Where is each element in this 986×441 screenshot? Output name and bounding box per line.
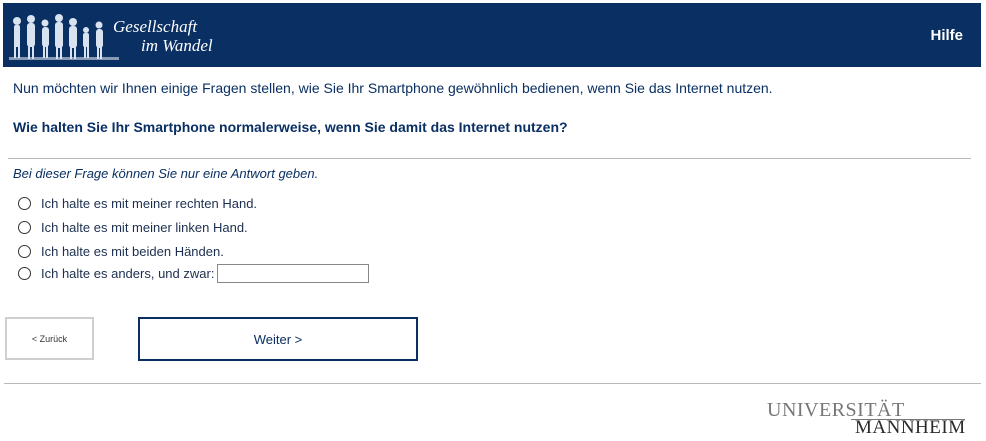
- option-other[interactable]: Ich halte es anders, und zwar:: [18, 264, 370, 283]
- option-label: Ich halte es mit beiden Händen.: [41, 244, 224, 259]
- answer-hint: Bei dieser Frage können Sie nur eine Ant…: [13, 166, 319, 181]
- option-label: Ich halte es mit meiner linken Hand.: [41, 220, 248, 235]
- logo-text: Gesellschaft im Wandel: [113, 17, 213, 55]
- help-link[interactable]: Hilfe: [930, 27, 963, 44]
- people-silhouettes-icon: [9, 14, 119, 60]
- option-right-hand[interactable]: Ich halte es mit meiner rechten Hand.: [18, 196, 257, 211]
- gesellschaft-im-wandel-logo: Gesellschaft im Wandel: [3, 3, 243, 67]
- header-banner: Gesellschaft im Wandel Hilfe: [3, 3, 981, 67]
- intro-text: Nun möchten wir Ihnen einige Fragen stel…: [13, 80, 773, 96]
- divider: [8, 158, 971, 159]
- next-button[interactable]: Weiter >: [138, 317, 418, 361]
- radio-button[interactable]: [18, 221, 31, 234]
- radio-button[interactable]: [18, 197, 31, 210]
- logo-line1: Gesellschaft: [113, 17, 198, 36]
- radio-button[interactable]: [18, 245, 31, 258]
- option-both-hands[interactable]: Ich halte es mit beiden Händen.: [18, 244, 224, 259]
- option-left-hand[interactable]: Ich halte es mit meiner linken Hand.: [18, 220, 248, 235]
- university-line2: MANNHEIM: [855, 417, 966, 438]
- option-label: Ich halte es mit meiner rechten Hand.: [41, 196, 258, 211]
- university-mannheim-logo: UNIVERSITÄT MANNHEIM: [767, 399, 972, 439]
- option-label: Ich halte es anders, und zwar:: [41, 266, 215, 281]
- other-text-input[interactable]: [217, 264, 370, 283]
- radio-button[interactable]: [18, 267, 31, 280]
- back-button[interactable]: < Zurück: [5, 317, 94, 360]
- question-text: Wie halten Sie Ihr Smartphone normalerwe…: [13, 119, 568, 135]
- logo-line2: im Wandel: [141, 36, 213, 55]
- footer-divider: [4, 383, 981, 384]
